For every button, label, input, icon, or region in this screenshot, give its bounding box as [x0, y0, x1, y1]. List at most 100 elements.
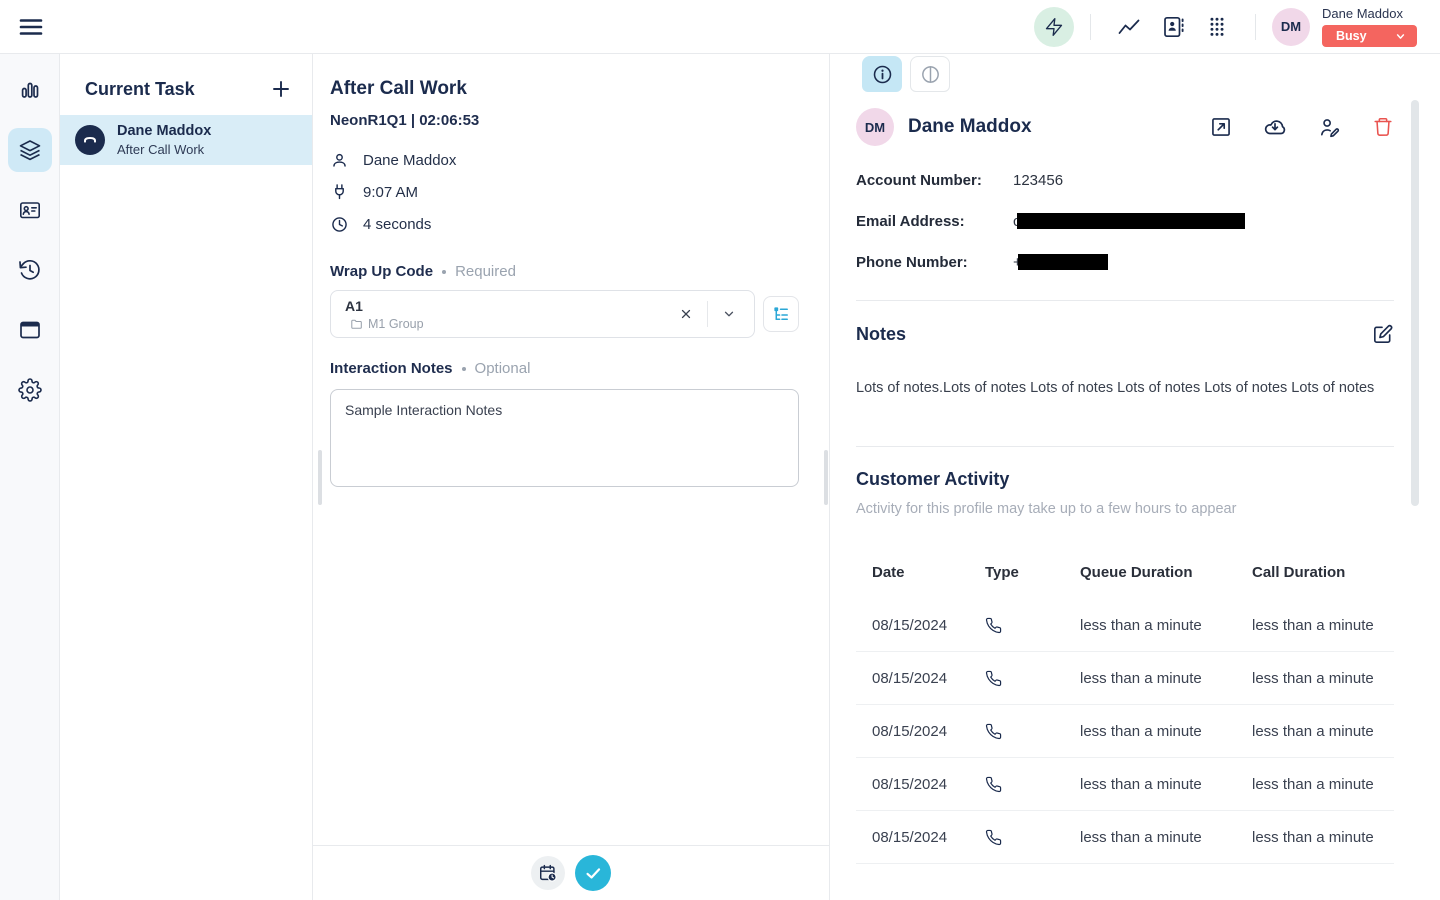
current-task-panel: Current Task Dane Maddox After Call Work	[60, 54, 313, 900]
profile-tabs	[836, 56, 1440, 92]
sidebar-item-contacts[interactable]	[8, 188, 52, 232]
task-type: After Call Work	[117, 142, 211, 157]
section-divider	[856, 446, 1394, 447]
status-dropdown[interactable]: Busy	[1322, 25, 1417, 47]
contact-card-icon	[18, 198, 42, 222]
sidebar-item-history[interactable]	[8, 248, 52, 292]
layers-icon	[18, 138, 42, 162]
email-redaction-bar	[1017, 213, 1245, 229]
work-footer	[313, 845, 829, 900]
wrap-up-code-value: A1	[345, 298, 673, 314]
connect-time-row: 9:07 AM	[330, 179, 799, 205]
activity-table: Date Type Queue Duration Call Duration 0…	[856, 557, 1440, 864]
table-row[interactable]: 08/15/2024 less than a minute less than …	[856, 599, 1394, 652]
user-name: Dane Maddox	[1322, 6, 1417, 21]
open-profile-button[interactable]	[1210, 116, 1232, 138]
interaction-notes-label: Interaction Notes	[330, 360, 453, 377]
browser-window-icon	[18, 318, 42, 342]
cell-date: 08/15/2024	[872, 723, 985, 740]
contacts-button[interactable]	[1155, 9, 1191, 45]
wrap-up-group-value: M1 Group	[368, 317, 424, 331]
tree-list-icon	[772, 305, 791, 324]
cell-date: 08/15/2024	[872, 776, 985, 793]
table-row[interactable]: 08/15/2024 less than a minute less than …	[856, 758, 1394, 811]
notes-content: Lots of notes.Lots of notes Lots of note…	[856, 380, 1440, 396]
folder-icon	[350, 318, 363, 330]
sidebar-item-browser[interactable]	[8, 308, 52, 352]
after-call-work-panel: After Call Work NeonR1Q1 | 02:06:53 Dane…	[313, 54, 830, 900]
cloud-download-icon	[1263, 115, 1287, 139]
panel-splitter-handle[interactable]	[824, 450, 828, 505]
select-divider	[707, 301, 708, 327]
dot-separator	[442, 270, 446, 274]
add-task-button[interactable]	[270, 78, 292, 100]
activity-table-header: Date Type Queue Duration Call Duration	[856, 557, 1394, 587]
table-row[interactable]: 08/15/2024 less than a minute less than …	[856, 811, 1394, 864]
dialpad-button[interactable]	[1199, 9, 1235, 45]
cell-call-duration: less than a minute	[1252, 670, 1394, 687]
notes-title: Notes	[856, 324, 906, 345]
person-icon	[330, 151, 349, 170]
phone-call-icon	[985, 829, 1080, 846]
edit-contact-button[interactable]	[1318, 116, 1341, 139]
complete-task-button[interactable]	[575, 855, 611, 891]
col-date: Date	[872, 564, 985, 581]
expand-select-button[interactable]	[716, 301, 742, 327]
download-profile-button[interactable]	[1263, 115, 1287, 139]
sidebar-item-stats[interactable]	[8, 68, 52, 112]
delete-contact-button[interactable]	[1372, 116, 1394, 138]
plug-icon	[330, 183, 349, 202]
customer-profile-panel: DM Dane Maddox	[830, 54, 1440, 900]
user-avatar[interactable]: DM	[1272, 8, 1310, 46]
account-number-row: Account Number: 123456	[856, 168, 1440, 192]
section-divider	[856, 300, 1394, 301]
wrap-up-code-label: Wrap Up Code	[330, 263, 433, 280]
task-list-item[interactable]: Dane Maddox After Call Work	[60, 115, 312, 165]
tab-info[interactable]	[862, 56, 902, 92]
profile-name: Dane Maddox	[908, 116, 1032, 138]
sidebar-item-settings[interactable]	[8, 368, 52, 412]
panel-splitter-handle[interactable]	[318, 450, 322, 505]
interaction-notes-optional-label: Optional	[475, 360, 531, 377]
phone-call-icon	[985, 723, 1080, 740]
cell-queue-duration: less than a minute	[1080, 829, 1252, 846]
calendar-clock-icon	[538, 863, 558, 883]
hamburger-menu-button[interactable]	[18, 16, 44, 38]
profile-header: DM Dane Maddox	[856, 108, 1440, 146]
plus-icon	[270, 78, 292, 100]
wrap-up-code-select[interactable]: A1 M1 Group	[330, 290, 755, 338]
schedule-followup-button[interactable]	[531, 856, 565, 890]
caller-name: Dane Maddox	[363, 152, 456, 169]
edit-contact-icon	[1318, 116, 1341, 139]
chevron-down-icon	[722, 307, 736, 321]
table-row[interactable]: 08/15/2024 less than a minute less than …	[856, 652, 1394, 705]
phone-handset-icon	[82, 132, 98, 148]
cell-date: 08/15/2024	[872, 617, 985, 634]
table-row[interactable]: 08/15/2024 less than a minute less than …	[856, 705, 1394, 758]
clear-selection-button[interactable]	[673, 301, 699, 327]
email-row: Email Address: c	[856, 209, 1440, 233]
account-number-label: Account Number:	[856, 172, 1013, 189]
cell-queue-duration: less than a minute	[1080, 776, 1252, 793]
browse-codes-button[interactable]	[763, 296, 799, 332]
reports-button[interactable]	[1111, 9, 1147, 45]
tab-insights[interactable]	[910, 56, 950, 92]
line-chart-icon	[1117, 16, 1141, 38]
checkmark-icon	[584, 864, 603, 883]
cell-date: 08/15/2024	[872, 829, 985, 846]
interaction-notes-input[interactable]: Sample Interaction Notes	[330, 389, 799, 487]
account-number-value: 123456	[1013, 172, 1063, 189]
profile-scrollbar-thumb[interactable]	[1411, 100, 1419, 506]
work-subtitle: NeonR1Q1 | 02:06:53	[330, 112, 799, 129]
lightning-icon	[1044, 17, 1064, 37]
contact-book-icon	[1161, 15, 1185, 39]
hamburger-icon	[18, 16, 44, 38]
dialpad-icon	[1206, 15, 1228, 39]
sidebar-item-tasks[interactable]	[8, 128, 52, 172]
cell-call-duration: less than a minute	[1252, 829, 1394, 846]
edit-notes-button[interactable]	[1371, 323, 1394, 346]
quick-connect-button[interactable]	[1034, 7, 1074, 47]
work-title: After Call Work	[330, 78, 799, 100]
bar-chart-icon	[18, 78, 42, 102]
brain-icon	[920, 64, 941, 85]
